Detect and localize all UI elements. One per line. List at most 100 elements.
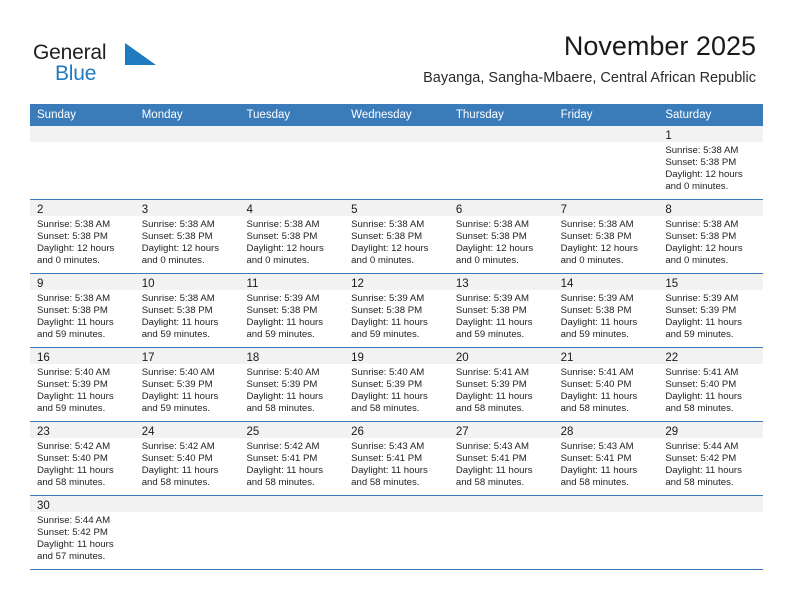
day-cell bbox=[134, 496, 240, 569]
daylight-text-line2: and 58 minutes. bbox=[665, 403, 734, 415]
week-row: 23 Sunrise: 5:42 AM Sunset: 5:40 PM Dayl… bbox=[30, 422, 764, 496]
weekday-monday: Monday bbox=[141, 109, 183, 121]
day-cell[interactable]: 3 Sunrise: 5:38 AM Sunset: 5:38 PM Dayli… bbox=[134, 200, 240, 273]
day-cell[interactable]: 13 Sunrise: 5:39 AM Sunset: 5:38 PM Dayl… bbox=[448, 274, 554, 347]
day-number-band bbox=[553, 496, 659, 512]
day-cell[interactable]: 19 Sunrise: 5:40 AM Sunset: 5:39 PM Dayl… bbox=[344, 348, 449, 421]
day-number-band bbox=[344, 496, 449, 512]
sunrise-text: Sunrise: 5:40 AM bbox=[141, 367, 215, 378]
day-cell[interactable]: 30 Sunrise: 5:44 AM Sunset: 5:42 PM Dayl… bbox=[30, 496, 135, 569]
day-cell[interactable]: 11 Sunrise: 5:39 AM Sunset: 5:38 PM Dayl… bbox=[239, 274, 345, 347]
day-details: Sunrise: 5:38 AM Sunset: 5:38 PM Dayligh… bbox=[344, 216, 449, 267]
day-cell[interactable]: 22 Sunrise: 5:41 AM Sunset: 5:40 PM Dayl… bbox=[658, 348, 764, 421]
day-number: 10 bbox=[141, 278, 155, 290]
day-number-band: 11 bbox=[239, 274, 345, 290]
day-cell[interactable]: 14 Sunrise: 5:39 AM Sunset: 5:38 PM Dayl… bbox=[553, 274, 659, 347]
day-cell[interactable]: 1 Sunrise: 5:38 AM Sunset: 5:38 PM Dayli… bbox=[658, 126, 764, 199]
daylight-text-line2: and 58 minutes. bbox=[246, 403, 315, 415]
sunset-text: Sunset: 5:40 PM bbox=[141, 453, 213, 465]
weekday-wednesday: Wednesday bbox=[351, 109, 412, 121]
day-cell[interactable]: 8 Sunrise: 5:38 AM Sunset: 5:38 PM Dayli… bbox=[658, 200, 764, 273]
day-number: 6 bbox=[455, 204, 463, 216]
day-cell[interactable]: 21 Sunrise: 5:41 AM Sunset: 5:40 PM Dayl… bbox=[553, 348, 659, 421]
daylight-text-line1: Daylight: 11 hours bbox=[665, 391, 742, 403]
sunrise-text: Sunrise: 5:40 AM bbox=[37, 367, 111, 378]
day-details: Sunrise: 5:38 AM Sunset: 5:38 PM Dayligh… bbox=[658, 142, 763, 193]
day-details: Sunrise: 5:42 AM Sunset: 5:40 PM Dayligh… bbox=[135, 438, 240, 489]
day-cell[interactable]: 27 Sunrise: 5:43 AM Sunset: 5:41 PM Dayl… bbox=[448, 422, 554, 495]
day-number: 21 bbox=[560, 352, 574, 364]
day-number-band: 4 bbox=[239, 200, 345, 216]
day-cell[interactable]: 10 Sunrise: 5:38 AM Sunset: 5:38 PM Dayl… bbox=[134, 274, 240, 347]
day-cell[interactable]: 26 Sunrise: 5:43 AM Sunset: 5:41 PM Dayl… bbox=[344, 422, 449, 495]
day-cell[interactable]: 16 Sunrise: 5:40 AM Sunset: 5:39 PM Dayl… bbox=[30, 348, 135, 421]
day-number-band: 30 bbox=[30, 496, 135, 512]
page-header: General Blue November 2025 Bayanga, Sang… bbox=[0, 0, 792, 100]
daylight-text-line2: and 58 minutes. bbox=[246, 477, 315, 489]
day-details: Sunrise: 5:38 AM Sunset: 5:38 PM Dayligh… bbox=[135, 216, 240, 267]
weekday-sunday: Sunday bbox=[37, 109, 77, 121]
sunrise-text: Sunrise: 5:39 AM bbox=[665, 293, 739, 304]
daylight-text-line2: and 58 minutes. bbox=[560, 403, 629, 415]
day-cell[interactable]: 18 Sunrise: 5:40 AM Sunset: 5:39 PM Dayl… bbox=[239, 348, 345, 421]
day-details: Sunrise: 5:38 AM Sunset: 5:38 PM Dayligh… bbox=[239, 216, 344, 267]
day-number-band bbox=[344, 126, 449, 142]
day-cell[interactable]: 28 Sunrise: 5:43 AM Sunset: 5:41 PM Dayl… bbox=[553, 422, 659, 495]
daylight-text-line2: and 59 minutes. bbox=[351, 329, 420, 341]
daylight-text-line1: Daylight: 11 hours bbox=[141, 391, 219, 403]
sunset-text: Sunset: 5:40 PM bbox=[37, 453, 108, 465]
day-details: Sunrise: 5:38 AM Sunset: 5:38 PM Dayligh… bbox=[135, 290, 240, 341]
sunrise-text: Sunrise: 5:38 AM bbox=[351, 219, 425, 230]
day-number: 20 bbox=[455, 352, 469, 364]
day-details: Sunrise: 5:43 AM Sunset: 5:41 PM Dayligh… bbox=[554, 438, 659, 489]
daylight-text-line1: Daylight: 12 hours bbox=[246, 243, 324, 255]
day-cell[interactable]: 2 Sunrise: 5:38 AM Sunset: 5:38 PM Dayli… bbox=[30, 200, 135, 273]
sunset-text: Sunset: 5:38 PM bbox=[37, 231, 108, 243]
day-cell[interactable]: 24 Sunrise: 5:42 AM Sunset: 5:40 PM Dayl… bbox=[134, 422, 240, 495]
weekday-header-row: Sunday Monday Tuesday Wednesday Thursday… bbox=[30, 104, 763, 126]
daylight-text-line2: and 0 minutes. bbox=[560, 255, 624, 267]
day-number: 12 bbox=[351, 278, 364, 290]
daylight-text-line2: and 59 minutes. bbox=[665, 329, 734, 341]
day-cell[interactable]: 12 Sunrise: 5:39 AM Sunset: 5:38 PM Dayl… bbox=[344, 274, 449, 347]
day-cell[interactable]: 25 Sunrise: 5:42 AM Sunset: 5:41 PM Dayl… bbox=[239, 422, 345, 495]
day-number-band: 23 bbox=[30, 422, 135, 438]
day-number-band: 8 bbox=[658, 200, 764, 216]
day-cell[interactable]: 9 Sunrise: 5:38 AM Sunset: 5:38 PM Dayli… bbox=[30, 274, 135, 347]
day-cell[interactable]: 4 Sunrise: 5:38 AM Sunset: 5:38 PM Dayli… bbox=[239, 200, 345, 273]
day-cell[interactable]: 23 Sunrise: 5:42 AM Sunset: 5:40 PM Dayl… bbox=[30, 422, 135, 495]
day-details: Sunrise: 5:39 AM Sunset: 5:38 PM Dayligh… bbox=[449, 290, 554, 341]
day-number: 17 bbox=[141, 352, 155, 364]
day-cell[interactable]: 20 Sunrise: 5:41 AM Sunset: 5:39 PM Dayl… bbox=[448, 348, 554, 421]
day-cell[interactable]: 6 Sunrise: 5:38 AM Sunset: 5:38 PM Dayli… bbox=[448, 200, 554, 273]
weekday-thursday: Thursday bbox=[455, 109, 504, 121]
day-details: Sunrise: 5:38 AM Sunset: 5:38 PM Dayligh… bbox=[30, 216, 135, 267]
day-cell bbox=[553, 496, 659, 569]
day-number: 25 bbox=[246, 426, 260, 438]
day-number: 3 bbox=[141, 204, 149, 216]
daylight-text-line2: and 0 minutes. bbox=[141, 255, 205, 267]
day-number-band: 21 bbox=[553, 348, 659, 364]
day-cell[interactable]: 7 Sunrise: 5:38 AM Sunset: 5:38 PM Dayli… bbox=[553, 200, 659, 273]
sunset-text: Sunset: 5:41 PM bbox=[351, 453, 423, 465]
day-cell[interactable]: 5 Sunrise: 5:38 AM Sunset: 5:38 PM Dayli… bbox=[344, 200, 449, 273]
day-details: Sunrise: 5:44 AM Sunset: 5:42 PM Dayligh… bbox=[658, 438, 763, 489]
day-details: Sunrise: 5:39 AM Sunset: 5:38 PM Dayligh… bbox=[344, 290, 449, 341]
daylight-text-line1: Daylight: 11 hours bbox=[560, 317, 638, 329]
daylight-text-line1: Daylight: 12 hours bbox=[560, 243, 638, 255]
day-cell bbox=[448, 126, 554, 199]
daylight-text-line1: Daylight: 11 hours bbox=[351, 317, 428, 329]
daylight-text-line1: Daylight: 11 hours bbox=[455, 391, 533, 403]
day-details: Sunrise: 5:38 AM Sunset: 5:38 PM Dayligh… bbox=[30, 290, 135, 341]
sunset-text: Sunset: 5:42 PM bbox=[665, 453, 737, 465]
day-number-band: 2 bbox=[30, 200, 135, 216]
day-number: 14 bbox=[560, 278, 574, 290]
general-blue-logo[interactable]: General Blue bbox=[33, 41, 163, 87]
daylight-text-line1: Daylight: 11 hours bbox=[246, 317, 324, 329]
week-row: 2 Sunrise: 5:38 AM Sunset: 5:38 PM Dayli… bbox=[30, 200, 764, 274]
day-cell[interactable]: 17 Sunrise: 5:40 AM Sunset: 5:39 PM Dayl… bbox=[134, 348, 240, 421]
day-cell[interactable]: 15 Sunrise: 5:39 AM Sunset: 5:39 PM Dayl… bbox=[658, 274, 764, 347]
day-cell bbox=[134, 126, 240, 199]
day-cell[interactable]: 29 Sunrise: 5:44 AM Sunset: 5:42 PM Dayl… bbox=[658, 422, 764, 495]
sunset-text: Sunset: 5:40 PM bbox=[560, 379, 632, 391]
